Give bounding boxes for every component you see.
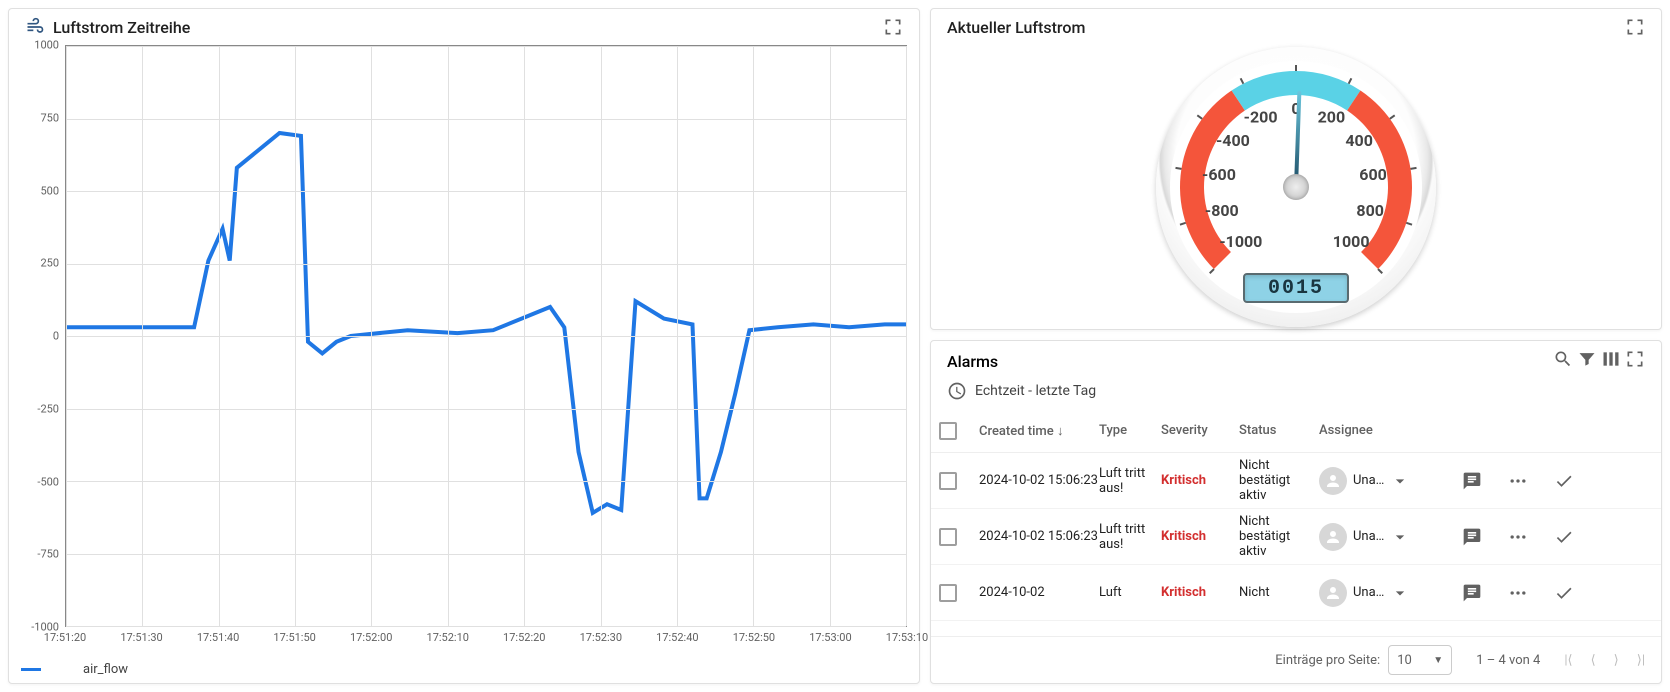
cell-created: 2024-10-02 [979,585,1099,600]
cell-assignee[interactable]: Una… [1319,467,1449,495]
more-icon[interactable] [1508,583,1528,603]
cell-type: Luft tritt aus! [1099,466,1161,496]
cell-created: 2024-10-02 15:06:23 [979,473,1099,488]
svg-text:400: 400 [1345,131,1373,150]
plot-area[interactable] [65,45,907,627]
cell-type: Luft tritt aus! [1099,522,1161,552]
y-axis: -1000-750-500-25002505007501000 [21,45,63,627]
alarm-footer: Einträge pro Seite: 10 ▼ 1 – 4 von 4 |⟨ … [931,636,1661,683]
page-range: 1 – 4 von 4 [1476,653,1540,668]
columns-icon[interactable] [1601,349,1621,369]
col-created[interactable]: Created time ↓ [979,423,1099,439]
cell-severity: Kritisch [1161,585,1239,600]
legend-label: air_flow [83,662,128,677]
svg-text:-1000: -1000 [1219,232,1262,251]
per-page-label: Einträge pro Seite: [1275,653,1380,668]
cell-status: Nicht bestätigt aktiv [1239,458,1319,503]
alarm-subtitle: Echtzeit - letzte Tag [975,383,1096,399]
gauge-panel: Aktueller Luftstrom -1000 -800 -600 -400 -20… [930,8,1662,330]
svg-text:-200: -200 [1244,108,1278,127]
svg-text:-600: -600 [1202,165,1236,184]
prev-page-button[interactable]: ⟨ [1591,653,1596,668]
wind-icon [25,17,45,37]
per-page-select[interactable]: 10 ▼ [1388,645,1452,675]
cell-assignee[interactable]: Una… [1319,523,1449,551]
comment-icon[interactable] [1462,471,1482,491]
legend: air_flow [21,662,128,677]
search-icon[interactable] [1553,349,1573,369]
gauge-hub [1283,174,1309,200]
last-page-button[interactable]: ⟩| [1637,653,1645,668]
col-status[interactable]: Status [1239,423,1319,438]
alarm-subheader: Echtzeit - letzte Tag [931,381,1661,409]
gauge-lcd: 0015 [1243,273,1349,303]
table-row[interactable]: 2024-10-02 15:06:23Luft tritt aus!Kritis… [931,509,1661,565]
x-axis: 17:51:2017:51:3017:51:4017:51:5017:52:00… [65,631,907,647]
timeseries-title: Luftstrom Zeitreihe [53,18,190,37]
alarm-toolbar: Alarms [931,341,1661,381]
check-icon[interactable] [1554,527,1574,547]
row-checkbox[interactable] [939,528,957,546]
cell-type: Luft [1099,585,1161,600]
table-row[interactable]: 2024-10-02LuftKritischNichtUna… [931,565,1661,621]
avatar-icon [1319,523,1347,551]
timeseries-panel: Luftstrom Zeitreihe -1000-750-500-250025… [8,8,920,684]
svg-text:1000: 1000 [1333,232,1370,251]
avatar-icon [1319,579,1347,607]
timeseries-body: -1000-750-500-25002505007501000 17:51:20… [9,45,919,683]
svg-text:200: 200 [1318,108,1346,127]
more-icon[interactable] [1508,471,1528,491]
alarm-panel: Alarms Echtzeit - letzte Tag Created tim… [930,340,1662,684]
fullscreen-icon[interactable] [1625,17,1645,37]
svg-text:-800: -800 [1205,201,1239,220]
alarm-title: Alarms [947,352,998,371]
alarm-table-head: Created time ↓ Type Severity Status Assi… [931,409,1661,453]
chevron-down-icon[interactable] [1390,527,1410,547]
row-checkbox[interactable] [939,472,957,490]
fullscreen-icon[interactable] [1625,349,1645,369]
col-assignee[interactable]: Assignee [1319,423,1449,438]
check-icon[interactable] [1554,471,1574,491]
comment-icon[interactable] [1462,583,1482,603]
more-icon[interactable] [1508,527,1528,547]
cell-severity: Kritisch [1161,529,1239,544]
legend-swatch [21,668,41,671]
avatar-icon [1319,467,1347,495]
filter-icon[interactable] [1577,349,1597,369]
gauge-header: Aktueller Luftstrom [931,9,1661,45]
alarm-rows: 2024-10-02 15:06:23Luft tritt aus!Kritis… [931,453,1661,636]
check-icon[interactable] [1554,583,1574,603]
cell-created: 2024-10-02 15:06:23 [979,529,1099,544]
svg-text:800: 800 [1356,201,1384,220]
gauge-body: -1000-800-600-400-20002004006008001000 0… [931,45,1661,329]
first-page-button[interactable]: |⟨ [1564,653,1572,668]
col-severity[interactable]: Severity [1161,423,1239,438]
timeseries-header: Luftstrom Zeitreihe [9,9,919,45]
gauge-dial: -1000-800-600-400-20002004006008001000 0… [1156,47,1436,327]
pager: |⟨ ⟨ ⟩ ⟩| [1564,653,1645,668]
svg-text:-400: -400 [1216,131,1250,150]
chevron-down-icon[interactable] [1390,471,1410,491]
cell-assignee[interactable]: Una… [1319,579,1449,607]
clock-icon [947,381,967,401]
table-row[interactable]: 2024-10-02 15:06:23Luft tritt aus!Kritis… [931,453,1661,509]
fullscreen-icon[interactable] [883,17,903,37]
gauge-title: Aktueller Luftstrom [947,18,1085,37]
col-type[interactable]: Type [1099,423,1161,438]
comment-icon[interactable] [1462,527,1482,547]
alarm-table: Created time ↓ Type Severity Status Assi… [931,409,1661,636]
cell-status: Nicht [1239,585,1319,600]
chevron-down-icon[interactable] [1390,583,1410,603]
row-checkbox[interactable] [939,584,957,602]
cell-severity: Kritisch [1161,473,1239,488]
next-page-button[interactable]: ⟩ [1614,653,1619,668]
svg-text:600: 600 [1359,165,1387,184]
cell-status: Nicht bestätigt aktiv [1239,514,1319,559]
select-all-checkbox[interactable] [939,422,957,440]
